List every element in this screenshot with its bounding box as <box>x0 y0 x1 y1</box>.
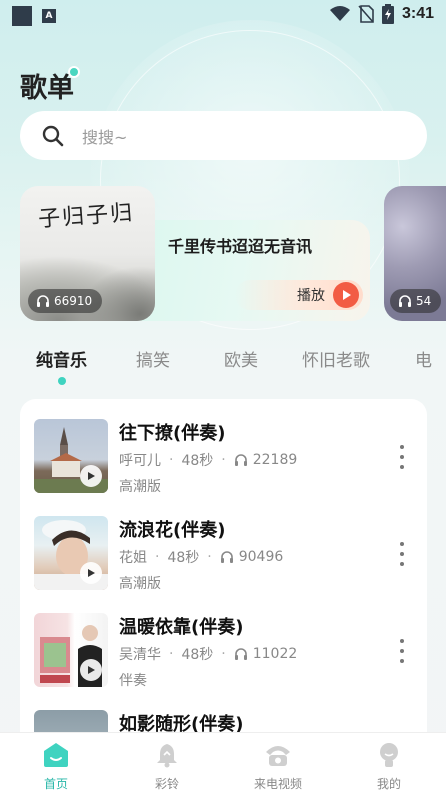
nav-label: 我的 <box>376 777 401 791</box>
no-sim-icon <box>358 5 374 23</box>
song-meta: 花姐 · 48秒 · 90496 <box>119 549 284 566</box>
play-count-badge: 66910 <box>28 289 103 313</box>
song-title: 温暖依靠(伴奏) <box>119 617 244 638</box>
headphones-icon <box>399 295 411 307</box>
more-options-icon[interactable] <box>394 445 410 469</box>
song-plays: 11022 <box>252 646 298 662</box>
song-tag: 高潮版 <box>119 479 161 495</box>
featured-play-button[interactable]: 播放 <box>235 280 363 310</box>
song-title: 流浪花(伴奏) <box>119 520 226 541</box>
song-title: 往下撩(伴奏) <box>119 423 226 444</box>
nav-label: 首页 <box>43 777 68 791</box>
play-count: 54 <box>416 294 432 308</box>
play-icon <box>80 465 102 487</box>
headphones-icon <box>234 648 247 660</box>
song-row[interactable]: 往下撩(伴奏) 呼可儿 · 48秒 · 22189 高潮版 <box>20 419 427 509</box>
tab-more[interactable]: 电 <box>415 346 432 371</box>
play-icon <box>80 659 102 681</box>
nav-ringtone[interactable]: 彩铃 <box>127 741 207 792</box>
play-count-badge: 54 <box>390 289 442 313</box>
battery-icon <box>381 4 394 24</box>
song-tag: 伴奏 <box>119 673 147 689</box>
notification-a-icon: A <box>42 9 56 23</box>
tab-oldies[interactable]: 怀旧老歌 <box>302 346 370 371</box>
song-plays: 22189 <box>252 452 298 468</box>
phone-icon <box>264 741 292 769</box>
status-bar: A 3:41 <box>0 0 446 32</box>
nav-call-video[interactable]: 来电视频 <box>238 741 318 792</box>
song-row[interactable]: 流浪花(伴奏) 花姐 · 48秒 · 90496 高潮版 <box>20 516 427 606</box>
song-artist: 花姐 <box>119 550 147 566</box>
nav-home[interactable]: 首页 <box>16 741 96 792</box>
tab-funny[interactable]: 搞笑 <box>136 346 170 371</box>
song-artist: 吴清华 <box>119 647 161 663</box>
play-icon <box>80 562 102 584</box>
play-label: 播放 <box>297 288 325 304</box>
search-icon <box>42 125 64 146</box>
nav-profile[interactable]: 我的 <box>349 741 429 792</box>
bottom-navigation: 首页 彩铃 来电视频 我的 <box>0 732 446 794</box>
song-duration: 48秒 <box>181 647 214 663</box>
song-duration: 48秒 <box>167 550 200 566</box>
wifi-icon <box>329 6 350 21</box>
home-icon <box>42 741 70 769</box>
play-icon <box>333 282 359 308</box>
title-accent-dot <box>68 66 80 78</box>
headphones-icon <box>220 551 233 563</box>
tab-western[interactable]: 欧美 <box>224 346 258 371</box>
more-options-icon[interactable] <box>394 639 410 663</box>
song-cover[interactable] <box>34 516 108 590</box>
headphones-icon <box>234 454 247 466</box>
featured-playlist-card[interactable]: 子归子归 66910 千里传书迢迢无音讯 播放 <box>20 186 370 321</box>
more-options-icon[interactable] <box>394 542 410 566</box>
cover-calligraphy: 子归子归 <box>37 200 135 233</box>
featured-cover-image[interactable]: 子归子归 66910 <box>20 186 155 321</box>
song-tag: 高潮版 <box>119 576 161 592</box>
page-title: 歌单 <box>20 73 74 104</box>
profile-icon <box>375 741 403 769</box>
song-duration: 48秒 <box>181 453 214 469</box>
tab-active-indicator <box>58 377 66 385</box>
song-row[interactable]: 温暖依靠(伴奏) 吴清华 · 48秒 · 11022 伴奏 <box>20 613 427 703</box>
tab-pure-music[interactable]: 纯音乐 <box>36 346 87 371</box>
status-time: 3:41 <box>401 5 434 22</box>
song-cover[interactable] <box>34 613 108 687</box>
notification-square-icon <box>12 6 32 26</box>
bell-icon <box>153 741 181 769</box>
song-meta: 呼可儿 · 48秒 · 22189 <box>119 452 298 469</box>
headphones-icon <box>37 295 49 307</box>
search-placeholder: 搜搜~ <box>82 127 128 147</box>
song-plays: 90496 <box>238 549 284 565</box>
play-count: 66910 <box>54 294 93 308</box>
featured-title: 千里传书迢迢无音讯 <box>168 237 313 256</box>
song-cover[interactable] <box>34 419 108 493</box>
next-playlist-card[interactable]: 54 <box>384 186 446 321</box>
category-tabs: 纯音乐 搞笑 欧美 怀旧老歌 电 <box>0 346 446 386</box>
song-artist: 呼可儿 <box>119 453 161 469</box>
search-bar[interactable]: 搜搜~ <box>20 111 427 160</box>
nav-label: 彩铃 <box>154 777 179 791</box>
song-meta: 吴清华 · 48秒 · 11022 <box>119 646 298 663</box>
nav-label: 来电视频 <box>253 777 302 791</box>
